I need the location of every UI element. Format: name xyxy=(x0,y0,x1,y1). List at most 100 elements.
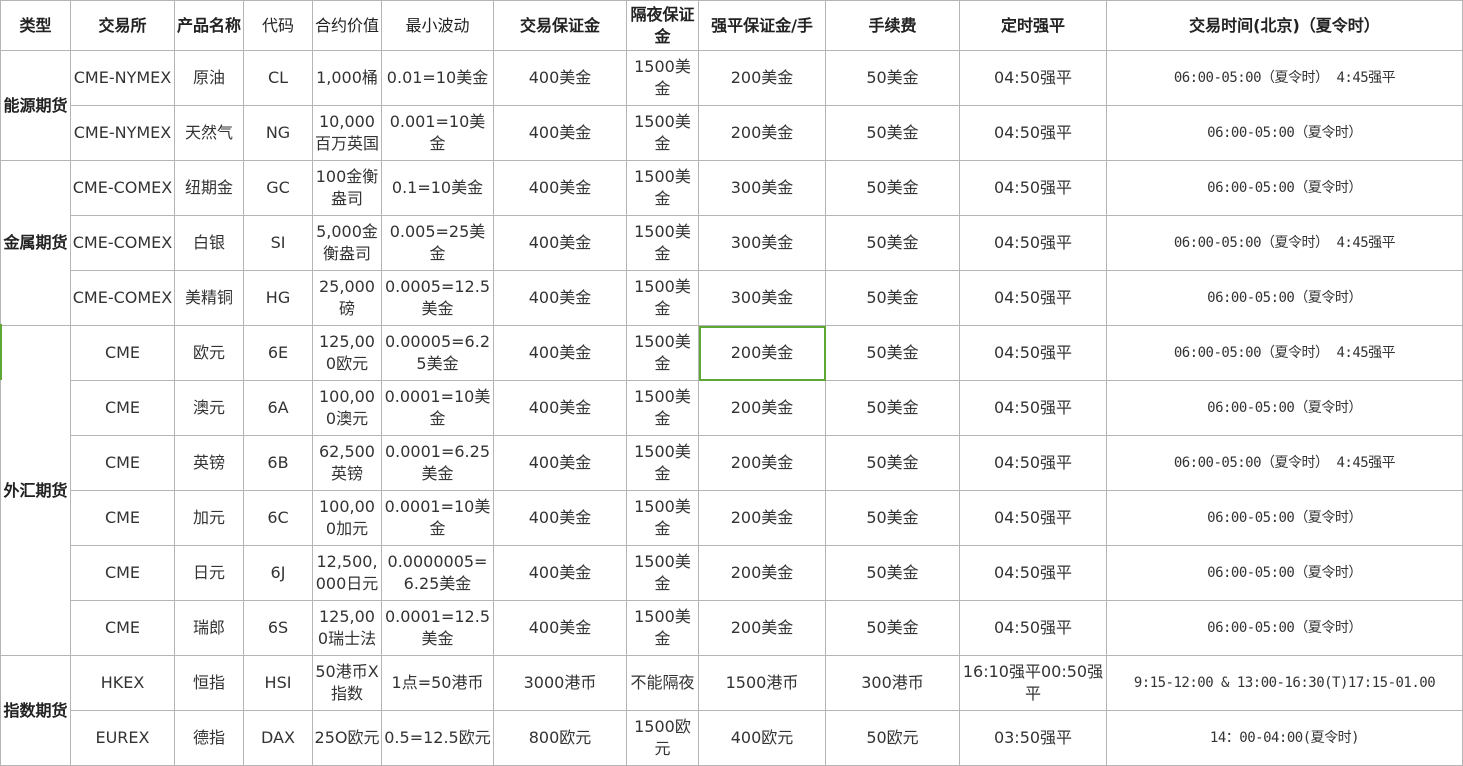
min-tick-cell[interactable]: 0.5=12.5欧元 xyxy=(381,710,494,766)
overnight-margin-cell[interactable]: 不能隔夜 xyxy=(626,655,699,711)
fee-cell[interactable]: 50欧元 xyxy=(825,710,960,766)
fee-cell[interactable]: 50美金 xyxy=(825,270,960,326)
contract-value-cell[interactable]: 25O欧元 xyxy=(312,710,382,766)
trading-hours-cell[interactable]: 06:00-05:00（夏令时） 4:45强平 xyxy=(1106,50,1463,106)
trading-hours-cell[interactable]: 06:00-05:00（夏令时） xyxy=(1106,490,1463,546)
product-name-cell[interactable]: 英镑 xyxy=(174,435,244,491)
overnight-margin-cell[interactable]: 1500欧元 xyxy=(626,710,699,766)
product-name-cell[interactable]: 欧元 xyxy=(174,325,244,381)
liquidation-margin-cell[interactable]: 400欧元 xyxy=(698,710,826,766)
exchange-cell[interactable]: EUREX xyxy=(70,710,175,766)
overnight-margin-cell[interactable]: 1500美金 xyxy=(626,325,699,381)
margin-cell[interactable]: 400美金 xyxy=(493,50,627,106)
product-name-cell[interactable]: 天然气 xyxy=(174,105,244,161)
category-cell[interactable]: 外汇期货 xyxy=(0,325,71,656)
contract-value-cell[interactable]: 125,000瑞士法郎 xyxy=(312,600,382,656)
overnight-margin-cell[interactable]: 1500美金 xyxy=(626,435,699,491)
min-tick-cell[interactable]: 0.0001=12.5美金 xyxy=(381,600,494,656)
liquidation-margin-cell[interactable]: 200美金 xyxy=(698,50,826,106)
code-cell[interactable]: CL xyxy=(243,50,313,106)
auto-liquidation-cell[interactable]: 04:50强平 xyxy=(959,600,1107,656)
category-cell[interactable]: 指数期货 xyxy=(0,655,71,766)
header-cell[interactable]: 隔夜保证金 xyxy=(626,0,699,51)
min-tick-cell[interactable]: 0.001=10美金 xyxy=(381,105,494,161)
contract-value-cell[interactable]: 100,000加元 xyxy=(312,490,382,546)
trading-hours-cell[interactable]: 06:00-05:00（夏令时） xyxy=(1106,380,1463,436)
liquidation-margin-cell[interactable]: 300美金 xyxy=(698,215,826,271)
exchange-cell[interactable]: CME xyxy=(70,435,175,491)
auto-liquidation-cell[interactable]: 04:50强平 xyxy=(959,215,1107,271)
trading-hours-cell[interactable]: 06:00-05:00（夏令时） 4:45强平 xyxy=(1106,325,1463,381)
auto-liquidation-cell[interactable]: 04:50强平 xyxy=(959,490,1107,546)
fee-cell[interactable]: 50美金 xyxy=(825,160,960,216)
code-cell[interactable]: 6E xyxy=(243,325,313,381)
min-tick-cell[interactable]: 0.00005=6.25美金 xyxy=(381,325,494,381)
overnight-margin-cell[interactable]: 1500美金 xyxy=(626,270,699,326)
contract-value-cell[interactable]: 50港币X指数 xyxy=(312,655,382,711)
liquidation-margin-cell[interactable]: 200美金 xyxy=(698,545,826,601)
margin-cell[interactable]: 400美金 xyxy=(493,490,627,546)
category-cell[interactable]: 能源期货 xyxy=(0,50,71,161)
code-cell[interactable]: 6C xyxy=(243,490,313,546)
margin-cell[interactable]: 400美金 xyxy=(493,435,627,491)
margin-cell[interactable]: 400美金 xyxy=(493,325,627,381)
margin-cell[interactable]: 400美金 xyxy=(493,545,627,601)
liquidation-margin-cell[interactable]: 300美金 xyxy=(698,270,826,326)
fee-cell[interactable]: 50美金 xyxy=(825,600,960,656)
auto-liquidation-cell[interactable]: 04:50强平 xyxy=(959,325,1107,381)
exchange-cell[interactable]: CME xyxy=(70,490,175,546)
code-cell[interactable]: 6S xyxy=(243,600,313,656)
product-name-cell[interactable]: 白银 xyxy=(174,215,244,271)
margin-cell[interactable]: 400美金 xyxy=(493,160,627,216)
margin-cell[interactable]: 400美金 xyxy=(493,105,627,161)
overnight-margin-cell[interactable]: 1500美金 xyxy=(626,545,699,601)
trading-hours-cell[interactable]: 06:00-05:00（夏令时） xyxy=(1106,270,1463,326)
header-cell[interactable]: 交易时间(北京)（夏令时） xyxy=(1106,0,1463,51)
product-name-cell[interactable]: 加元 xyxy=(174,490,244,546)
trading-hours-cell[interactable]: 06:00-05:00（夏令时） xyxy=(1106,545,1463,601)
auto-liquidation-cell[interactable]: 04:50强平 xyxy=(959,435,1107,491)
selected-cell[interactable]: 200美金 xyxy=(698,325,826,381)
margin-cell[interactable]: 400美金 xyxy=(493,215,627,271)
margin-cell[interactable]: 400美金 xyxy=(493,600,627,656)
overnight-margin-cell[interactable]: 1500美金 xyxy=(626,380,699,436)
code-cell[interactable]: DAX xyxy=(243,710,313,766)
auto-liquidation-cell[interactable]: 04:50强平 xyxy=(959,50,1107,106)
margin-cell[interactable]: 3000港币 xyxy=(493,655,627,711)
contract-value-cell[interactable]: 25,000磅 xyxy=(312,270,382,326)
min-tick-cell[interactable]: 0.0000005=6.25美金 xyxy=(381,545,494,601)
liquidation-margin-cell[interactable]: 200美金 xyxy=(698,490,826,546)
fee-cell[interactable]: 50美金 xyxy=(825,215,960,271)
header-cell[interactable]: 合约价值 xyxy=(312,0,382,51)
header-cell[interactable]: 强平保证金/手 xyxy=(698,0,826,51)
liquidation-margin-cell[interactable]: 200美金 xyxy=(698,380,826,436)
product-name-cell[interactable]: 瑞郎 xyxy=(174,600,244,656)
exchange-cell[interactable]: CME-NYMEX xyxy=(70,105,175,161)
exchange-cell[interactable]: CME xyxy=(70,600,175,656)
header-cell[interactable]: 交易保证金 xyxy=(493,0,627,51)
exchange-cell[interactable]: CME-COMEX xyxy=(70,270,175,326)
header-cell[interactable]: 交易所 xyxy=(70,0,175,51)
fee-cell[interactable]: 50美金 xyxy=(825,50,960,106)
product-name-cell[interactable]: 纽期金 xyxy=(174,160,244,216)
header-cell[interactable]: 手续费 xyxy=(825,0,960,51)
header-cell[interactable]: 代码 xyxy=(243,0,313,51)
liquidation-margin-cell[interactable]: 200美金 xyxy=(698,105,826,161)
trading-hours-cell[interactable]: 06:00-05:00（夏令时） xyxy=(1106,160,1463,216)
margin-cell[interactable]: 400美金 xyxy=(493,380,627,436)
contract-value-cell[interactable]: 10,000百万英国热量 xyxy=(312,105,382,161)
code-cell[interactable]: SI xyxy=(243,215,313,271)
product-name-cell[interactable]: 澳元 xyxy=(174,380,244,436)
liquidation-margin-cell[interactable]: 200美金 xyxy=(698,435,826,491)
trading-hours-cell[interactable]: 06:00-05:00（夏令时） xyxy=(1106,105,1463,161)
contract-value-cell[interactable]: 62,500英镑 xyxy=(312,435,382,491)
product-name-cell[interactable]: 恒指 xyxy=(174,655,244,711)
trading-hours-cell[interactable]: 06:00-05:00（夏令时） 4:45强平 xyxy=(1106,435,1463,491)
min-tick-cell[interactable]: 0.0001=10美金 xyxy=(381,490,494,546)
exchange-cell[interactable]: CME-COMEX xyxy=(70,160,175,216)
min-tick-cell[interactable]: 1点=50港币 xyxy=(381,655,494,711)
min-tick-cell[interactable]: 0.0001=10美金 xyxy=(381,380,494,436)
trading-hours-cell[interactable]: 14：00-04:00(夏令时) xyxy=(1106,710,1463,766)
overnight-margin-cell[interactable]: 1500美金 xyxy=(626,490,699,546)
min-tick-cell[interactable]: 0.0005=12.5美金 xyxy=(381,270,494,326)
